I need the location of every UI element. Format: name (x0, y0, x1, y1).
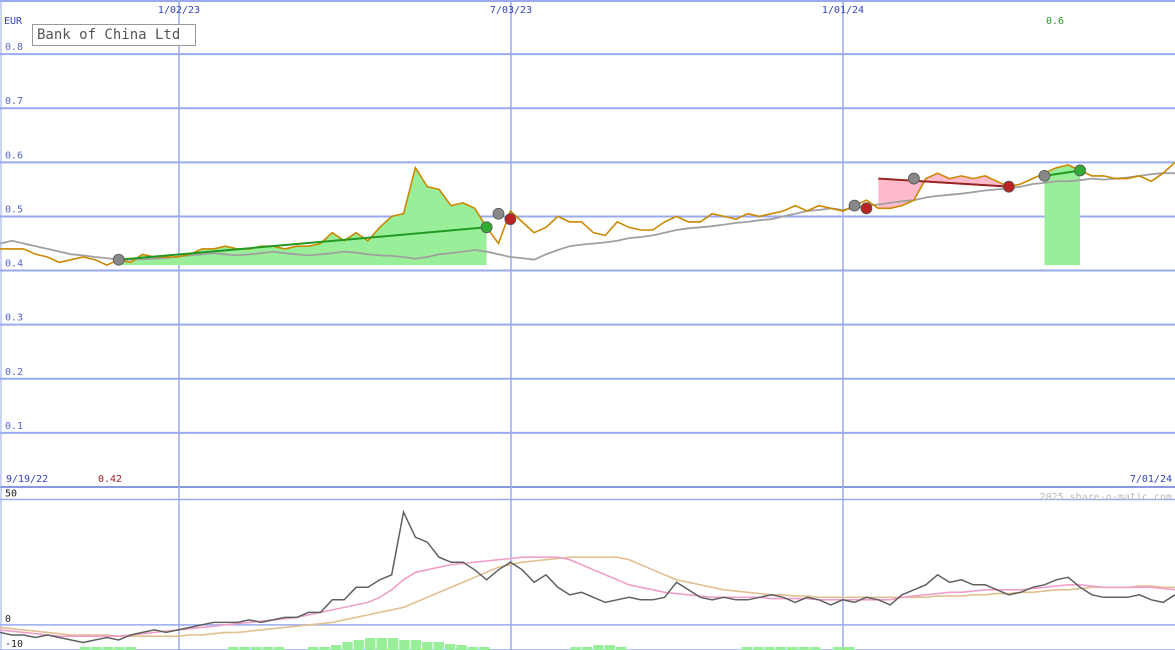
x-tick-label: 7/03/23 (490, 5, 532, 16)
chart-svg: EUR0.90.80.70.60.50.40.30.20.11/02/237/0… (0, 0, 1175, 650)
histogram-bar (330, 645, 342, 650)
histogram-bar (353, 640, 365, 650)
currency-label: EUR (4, 16, 23, 27)
chart-stage: EUR0.90.80.70.60.50.40.30.20.11/02/237/0… (0, 0, 1175, 650)
y-tick-label: 0.5 (5, 204, 23, 215)
x-tick-label: 1/02/23 (158, 5, 200, 16)
y-tick-label: 0.7 (5, 96, 23, 107)
trade-marker-entry (492, 207, 505, 220)
osc-y-tick-label: 0 (5, 614, 11, 625)
osc-line-0 (0, 509, 1175, 644)
histogram-bar (387, 638, 399, 650)
x-tick-label: 1/01/24 (822, 5, 864, 16)
trade-marker-exit-loss (504, 213, 517, 226)
histogram-bar (433, 642, 444, 650)
trade-marker-entry (907, 172, 920, 185)
chart-title: Bank of China Ltd (32, 24, 196, 46)
watermark: 2025 share-o-matic.com (1040, 492, 1172, 503)
trade-marker-entry (1038, 169, 1051, 182)
min-value-label: 0.42 (98, 474, 122, 485)
histogram-bar (399, 640, 410, 650)
histogram-bar (604, 645, 616, 650)
max-value-label: 0.6 (1046, 16, 1064, 27)
x-end-label: 7/01/24 (1130, 474, 1172, 485)
osc-y-tick-label: -10 (5, 639, 23, 650)
y-tick-label: 0.3 (5, 313, 23, 324)
histogram-bar (593, 645, 604, 650)
y-tick-label: 0.8 (5, 42, 23, 53)
histogram-bar (365, 638, 376, 650)
price-line (0, 161, 1175, 266)
trade-marker-exit-gain (1074, 164, 1086, 177)
y-tick-label: 0.4 (5, 259, 23, 270)
trade-marker-entry (848, 199, 861, 212)
histogram-bar (410, 640, 422, 650)
histogram-bar (456, 645, 467, 650)
histogram-bar (444, 644, 456, 650)
trade-marker-exit-gain (480, 221, 493, 234)
x-start-label: 9/19/22 (6, 474, 48, 485)
y-tick-label: 0.2 (5, 367, 23, 378)
osc-y-tick-label: 50 (5, 489, 17, 500)
trade-marker-exit-loss (1002, 180, 1015, 193)
histogram-bar (342, 642, 353, 650)
trade-marker-entry (112, 253, 125, 266)
trade-marker-exit-loss (860, 202, 873, 215)
y-tick-label: 0.6 (5, 150, 23, 161)
histogram-bar (422, 642, 433, 650)
histogram-bar (376, 638, 387, 650)
y-tick-label: 0.1 (5, 421, 23, 432)
